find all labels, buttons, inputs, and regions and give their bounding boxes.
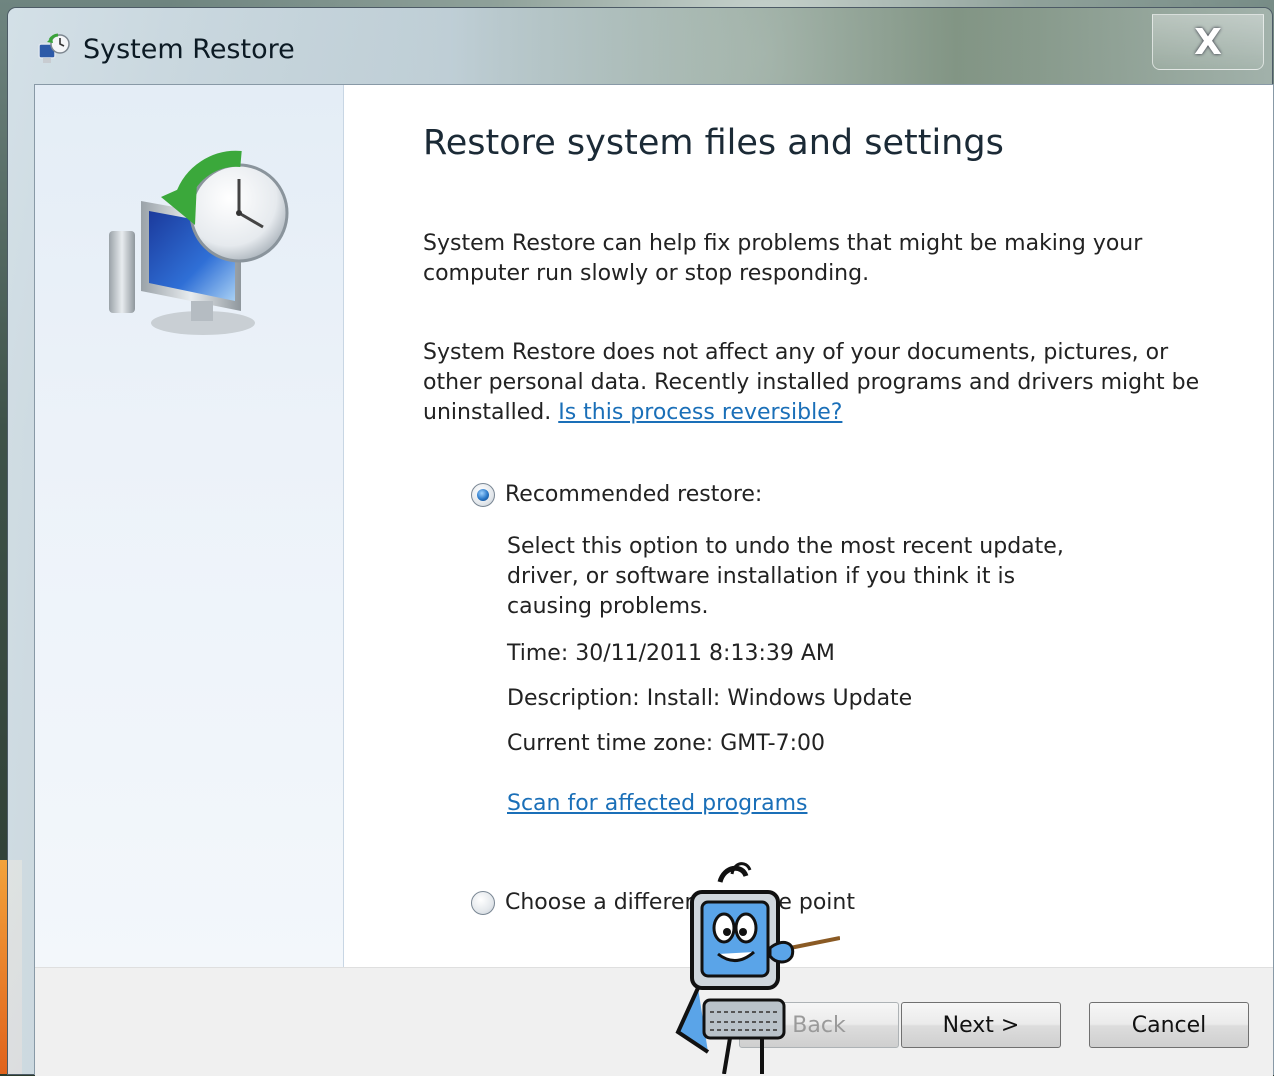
recommended-restore-label[interactable]: Recommended restore:	[505, 482, 762, 507]
restore-description: Description: Install: Windows Update	[507, 686, 913, 711]
page-heading: Restore system files and settings	[423, 123, 1004, 163]
window-title: System Restore	[83, 34, 295, 65]
system-restore-window: System Restore X Restore system files an…	[8, 8, 1274, 1076]
next-button[interactable]: Next >	[901, 1002, 1061, 1048]
system-restore-icon	[38, 33, 70, 63]
close-icon: X	[1194, 21, 1222, 63]
recommended-description: Select this option to undo the most rece…	[507, 534, 1064, 619]
left-banner-pane	[35, 85, 344, 967]
restore-computer-clock-icon	[109, 150, 289, 335]
reversible-help-link[interactable]: Is this process reversible?	[558, 400, 842, 425]
close-button[interactable]: X	[1152, 14, 1264, 70]
info-paragraph: System Restore does not affect any of yo…	[423, 338, 1213, 428]
recommended-restore-radio[interactable]	[471, 482, 495, 507]
current-time-zone: Current time zone: GMT-7:00	[507, 731, 826, 756]
scan-affected-programs-link[interactable]: Scan for affected programs	[507, 791, 807, 816]
intro-paragraph: System Restore can help fix problems tha…	[423, 231, 1143, 286]
title-bar[interactable]: System Restore X	[8, 8, 1272, 84]
computer-mascot-pointer	[675, 862, 840, 1074]
scan-affected-programs-row: Scan for affected programs	[507, 789, 807, 819]
different-restore-point-radio[interactable]	[471, 890, 495, 915]
restore-time: Time: 30/11/2011 8:13:39 AM	[507, 641, 835, 666]
cancel-button[interactable]: Cancel	[1089, 1002, 1249, 1048]
recommended-restore-option[interactable]: Recommended restore:	[471, 482, 762, 507]
